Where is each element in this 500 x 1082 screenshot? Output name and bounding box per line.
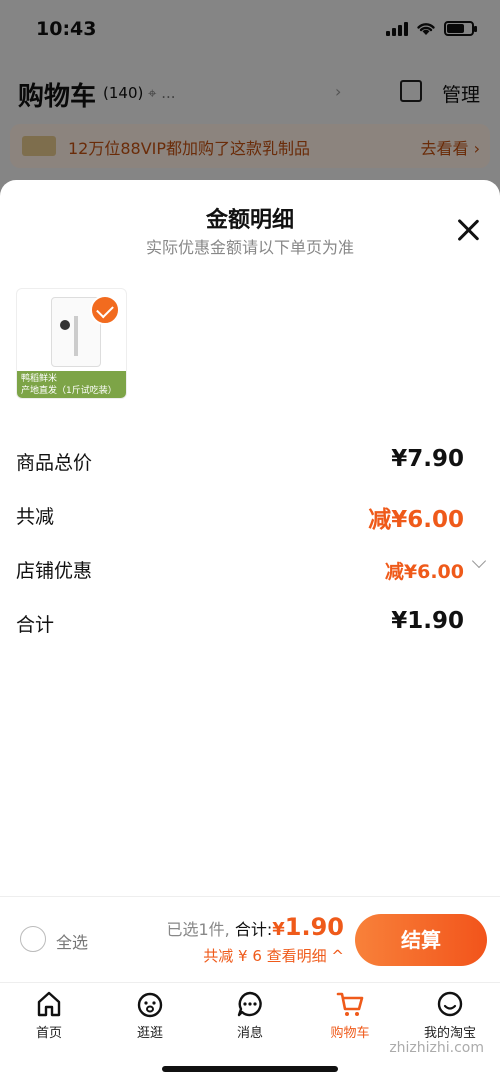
currency-symbol: ¥ bbox=[272, 919, 285, 940]
home-icon bbox=[37, 991, 61, 1017]
tab-label: 消息 bbox=[236, 1026, 263, 1041]
tab-label: 购物车 bbox=[330, 1026, 370, 1041]
amount-detail-sheet: 金额明细 实际优惠金额请以下单页为准 鸭稻鲜米 产地直发（1斤试吃装） 商品总价… bbox=[0, 180, 500, 896]
watermark: zhizhizhi.com bbox=[389, 1040, 484, 1056]
tab-profile[interactable]: 我的淘宝 bbox=[410, 989, 490, 1041]
row-total-price: 商品总价 ¥7.90 bbox=[16, 440, 484, 480]
tab-messages[interactable]: 消息 bbox=[210, 989, 290, 1041]
total-amount-value: 1.90 bbox=[284, 913, 344, 941]
row-label: 合计 bbox=[16, 614, 55, 636]
product-label-name: 鸭稻鲜米 bbox=[21, 374, 58, 384]
selected-summary: 已选1件, 合计:¥1.90 bbox=[166, 913, 344, 941]
tab-label: 我的淘宝 bbox=[423, 1026, 476, 1041]
row-total-discount: 共减 减¥6.00 bbox=[16, 494, 484, 534]
product-label-desc: 产地直发（1斤试吃装） bbox=[21, 386, 117, 396]
browse-icon bbox=[137, 992, 163, 1018]
sheet-title: 金额明细 bbox=[205, 208, 294, 233]
home-indicator[interactable] bbox=[162, 1066, 338, 1072]
product-label: 鸭稻鲜米 产地直发（1斤试吃装） bbox=[17, 371, 126, 398]
message-icon bbox=[237, 991, 262, 1017]
chevron-down-icon[interactable] bbox=[471, 553, 487, 569]
total-amount: ¥1.90 bbox=[272, 913, 344, 941]
profile-icon bbox=[437, 991, 463, 1017]
row-value: 减¥6.00 bbox=[384, 561, 464, 583]
tab-home[interactable]: 首页 bbox=[9, 989, 89, 1041]
tab-label: 首页 bbox=[35, 1026, 62, 1041]
tab-cart[interactable]: 购物车 bbox=[310, 989, 390, 1041]
checkout-bar: 全选 已选1件, 合计:¥1.90 共减 ¥ 6 查看明细 ^ 结算 bbox=[0, 896, 500, 982]
total-label: 合计: bbox=[234, 920, 273, 939]
view-detail-link[interactable]: 共减 ¥ 6 查看明细 ^ bbox=[203, 945, 344, 966]
close-icon[interactable] bbox=[456, 218, 480, 242]
checkmark-icon bbox=[90, 295, 120, 325]
row-grand-total: 合计 ¥1.90 bbox=[16, 602, 484, 642]
selected-count: 已选1件, bbox=[166, 920, 230, 939]
row-value: ¥1.90 bbox=[391, 608, 464, 634]
select-all-radio[interactable] bbox=[20, 926, 46, 952]
checkout-button[interactable]: 结算 bbox=[355, 914, 487, 966]
row-value: ¥7.90 bbox=[391, 446, 464, 472]
sheet-subtitle: 实际优惠金额请以下单页为准 bbox=[145, 238, 354, 257]
select-all-label[interactable]: 全选 bbox=[56, 929, 88, 953]
row-shop-discount[interactable]: 店铺优惠 减¥6.00 bbox=[16, 548, 487, 588]
cart-icon bbox=[336, 992, 364, 1016]
tab-label: 逛逛 bbox=[136, 1026, 163, 1041]
row-value: 减¥6.00 bbox=[368, 507, 464, 533]
product-thumbnail[interactable]: 鸭稻鲜米 产地直发（1斤试吃装） bbox=[16, 288, 127, 399]
tab-browse[interactable]: 逛逛 bbox=[110, 989, 190, 1041]
modal-overlay[interactable] bbox=[0, 0, 500, 200]
row-label: 店铺优惠 bbox=[16, 560, 93, 582]
row-label: 商品总价 bbox=[16, 452, 93, 474]
row-label: 共减 bbox=[16, 506, 55, 528]
